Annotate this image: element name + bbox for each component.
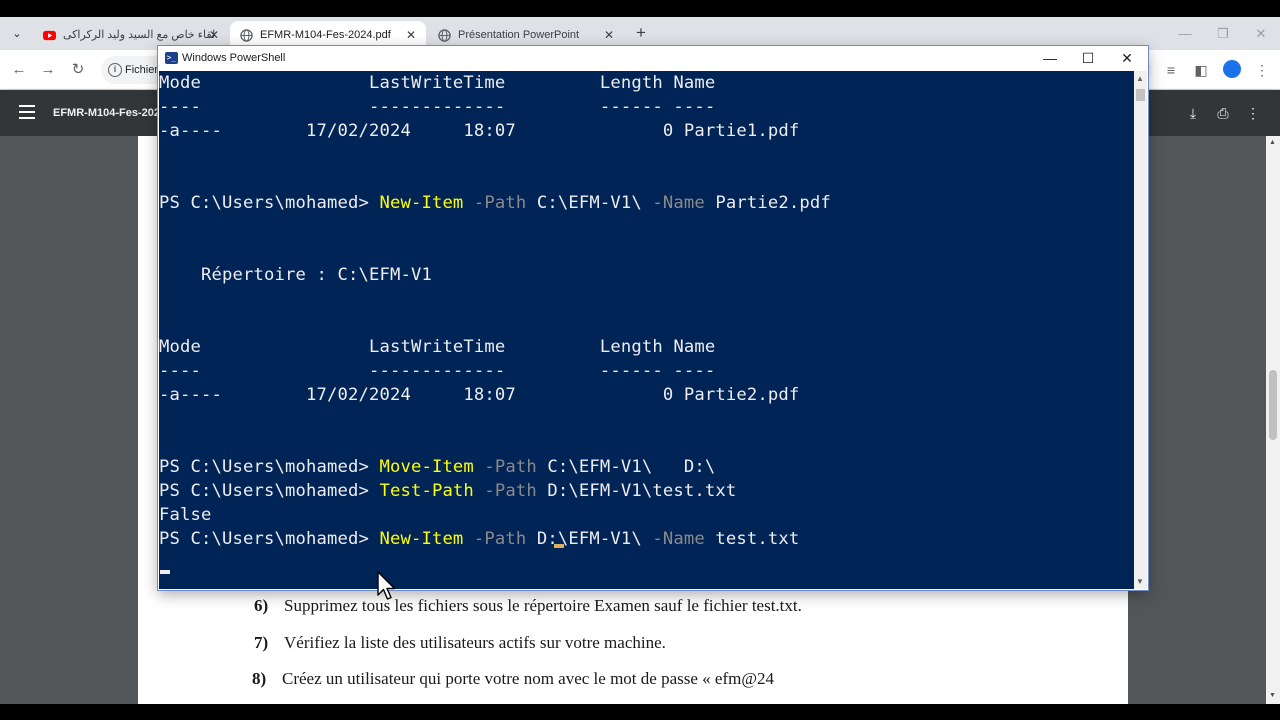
console-command: Move-Item [379,457,474,477]
console-argument: test.txt [704,529,800,549]
minimize-icon[interactable]: — [1031,46,1069,71]
scrollbar-thumb[interactable] [1136,89,1145,101]
console-argument: D:\EFM-V1\test.txt [536,481,737,501]
top-black-strip [0,0,1280,17]
close-icon[interactable]: ✕ [1108,46,1146,71]
console-output-line: Répertoire : C:\EFM-V1 [159,265,432,285]
console-command-line: PS C:\Users\mohamed> Move-Item -Path C:\… [159,455,715,479]
console-command-line: PS C:\Users\mohamed> New-Item -Path D:\E… [159,527,799,551]
list-item: 6) Supprimez tous les fichiers sous le ré… [254,596,802,615]
console-output-line: -a---- 17/02/2024 18:07 0 Partie2.pdf [159,385,800,405]
new-tab-button[interactable]: + [631,23,651,43]
console-argument: C:\EFM-V1\ D:\ [536,457,716,477]
console-command: New-Item [379,529,464,549]
console-command: New-Item [379,193,464,213]
side-panel-icon[interactable]: ◧ [1191,60,1211,80]
avatar[interactable] [1223,60,1241,78]
console-parameter: -Name [641,193,705,213]
console-output-line: ---- ------------- ------ ---- [159,361,716,381]
restore-icon[interactable]: ❐ [1204,17,1242,50]
tab-search-chevron-icon[interactable]: ⌄ [8,25,26,43]
console-parameter: -Path [463,529,527,549]
console-command: Test-Path [379,481,474,501]
tab-title: Présentation PowerPoint [458,29,580,41]
console-output-line: -a---- 17/02/2024 18:07 0 Partie1.pdf [159,121,800,141]
info-icon[interactable]: i [108,63,122,77]
mouse-pointer-icon [377,571,396,600]
window-title: Windows PowerShell [182,52,286,64]
text-cursor [160,570,170,574]
more-options-icon[interactable]: ⋮ [1243,103,1263,123]
media-controls-icon[interactable]: ≡ [1161,60,1181,80]
console-parameter: -Path [473,457,537,477]
globe-icon [240,29,253,42]
globe-icon [438,29,451,42]
powershell-window[interactable]: >_ Windows PowerShell — ☐ ✕ Mode LastWri… [158,46,1148,590]
site-chip[interactable]: Fichier [125,56,158,84]
console-output-line: Mode LastWriteTime Length Name [159,337,716,357]
hamburger-menu-icon[interactable] [19,105,35,121]
console-output-line: Mode LastWriteTime Length Name [159,73,716,93]
pdf-title: EFMR-M104-Fes-202 [53,107,160,119]
console-output[interactable]: Mode LastWriteTime Length Name ---- -----… [159,71,1134,589]
console-command-line: PS C:\Users\mohamed> New-Item -Path C:\E… [159,191,831,215]
console-parameter: -Path [463,193,527,213]
forward-arrow-icon[interactable]: → [38,60,58,80]
console-prompt: PS C:\Users\mohamed> [159,193,380,213]
console-command-line: PS C:\Users\mohamed> Test-Path -Path D:\… [159,479,736,503]
tab-title: لقاء خاص مع السيد وليد الركراكى [63,29,216,41]
more-menu-icon[interactable]: ⋮ [1252,60,1272,80]
maximize-icon[interactable]: ☐ [1069,46,1107,71]
list-item: 7) Vérifiez la liste des utilisateurs act… [254,633,666,652]
close-window-icon[interactable]: ✕ [1242,17,1280,50]
bottom-black-strip [0,704,1280,720]
console-parameter: -Name [641,529,705,549]
console-output-line: ---- ------------- ------ ---- [159,97,716,117]
console-parameter: -Path [473,481,537,501]
console-output-line: False [159,505,212,525]
tab-title: EFMR-M104-Fes-2024.pdf [260,29,391,41]
minimize-icon[interactable]: — [1166,17,1204,50]
console-argument: Partie2.pdf [704,193,831,213]
list-item: 8) Créez un utilisateur qui porte votre n… [252,669,774,688]
console-prompt: PS C:\Users\mohamed> [159,481,380,501]
download-icon[interactable]: ⤓ [1183,103,1203,123]
pdf-scrollbar[interactable]: ▲ ▼ [1266,136,1280,704]
scrollbar-thumb[interactable] [1269,370,1277,440]
print-icon[interactable]: ⎙ [1213,103,1233,123]
reload-icon[interactable]: ↻ [68,60,88,80]
powershell-icon: >_ [165,52,178,64]
powershell-titlebar[interactable]: >_ Windows PowerShell — ☐ ✕ [158,46,1148,71]
console-argument: D:\EFM-V1\ [526,529,642,549]
console-prompt: PS C:\Users\mohamed> [159,529,380,549]
console-scrollbar[interactable]: ▲ ▼ [1134,71,1147,589]
console-argument: C:\EFM-V1\ [526,193,642,213]
back-arrow-icon[interactable]: ← [9,60,29,80]
console-prompt: PS C:\Users\mohamed> [159,457,380,477]
youtube-icon [43,30,56,41]
